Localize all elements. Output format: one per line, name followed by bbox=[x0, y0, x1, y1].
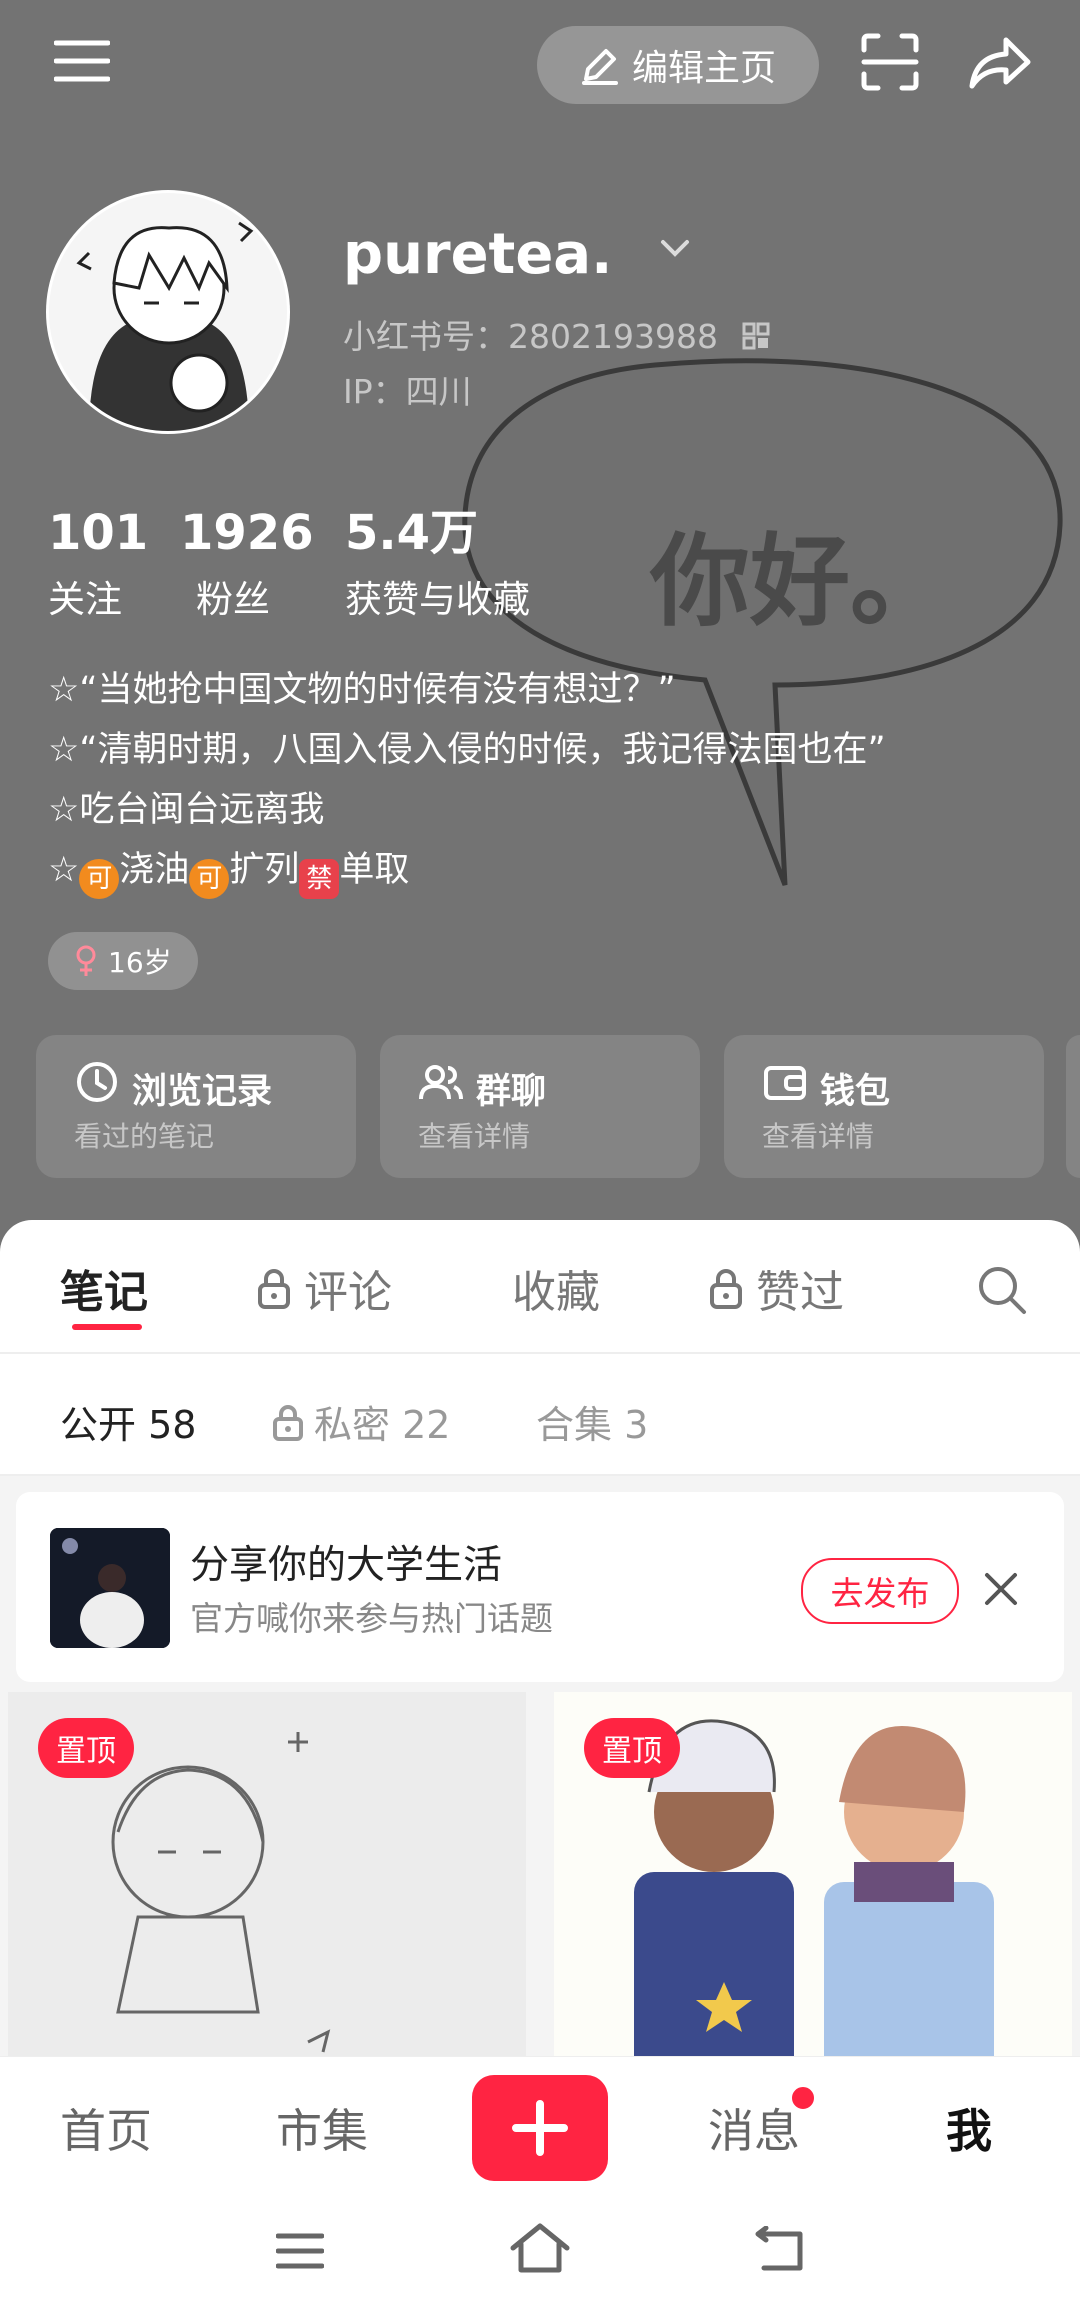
stat-followers-label: 粉丝 bbox=[196, 578, 270, 621]
tab-label: 笔记 bbox=[60, 1267, 148, 1318]
card-subtitle: 查看详情 bbox=[418, 1120, 531, 1153]
tab-favorites[interactable]: 收藏 bbox=[512, 1256, 600, 1320]
banner-subtitle: 官方喊你来参与热门话题 bbox=[190, 1599, 553, 1638]
card-subtitle: 看过的笔记 bbox=[74, 1120, 215, 1153]
card-subtitle: 查看详情 bbox=[762, 1120, 875, 1153]
stat-following[interactable]: 101 关注 bbox=[48, 505, 148, 623]
bio-line: ☆“当她抢中国文物的时候有没有想过？” bbox=[48, 670, 676, 710]
group-icon bbox=[419, 1065, 463, 1100]
publish-button[interactable]: 去发布 bbox=[801, 1558, 959, 1624]
user-id-text: 小红书号：2802193988 bbox=[343, 317, 718, 356]
username[interactable]: puretea. bbox=[343, 222, 690, 287]
pencil-icon bbox=[581, 49, 618, 85]
system-menu-icon[interactable] bbox=[272, 2226, 328, 2276]
lock-icon bbox=[273, 1404, 303, 1441]
bio-line: ☆吃台闽台远离我 bbox=[48, 790, 325, 830]
tab-notes[interactable]: 笔记 bbox=[60, 1256, 148, 1320]
card-title: 群聊 bbox=[476, 1072, 547, 1112]
scan-icon[interactable] bbox=[858, 30, 922, 94]
subtab-label: 公开 58 bbox=[60, 1403, 197, 1447]
stat-following-label: 关注 bbox=[48, 578, 122, 621]
stat-likes-label: 获赞与收藏 bbox=[345, 578, 530, 621]
notification-dot bbox=[790, 2085, 816, 2111]
clock-icon bbox=[77, 1062, 117, 1102]
nav-market[interactable]: 市集 bbox=[276, 2095, 368, 2161]
tab-liked[interactable]: 赞过 bbox=[708, 1256, 844, 1320]
qrcode-icon[interactable] bbox=[742, 322, 770, 350]
history-card[interactable]: 浏览记录 看过的笔记 bbox=[36, 1035, 356, 1178]
menu-icon[interactable] bbox=[50, 36, 114, 86]
more-card-edge[interactable] bbox=[1066, 1035, 1080, 1178]
bio-line: ☆“清朝时期，八国入侵入侵的时候，我记得法国也在” bbox=[48, 730, 886, 770]
stat-likes-count: 5.4万 bbox=[345, 505, 479, 561]
tab-label: 收藏 bbox=[512, 1267, 600, 1318]
bio-text: 单取 bbox=[339, 850, 410, 890]
close-icon[interactable] bbox=[984, 1572, 1018, 1606]
nav-messages[interactable]: 消息 bbox=[708, 2095, 800, 2161]
tab-label: 评论 bbox=[304, 1267, 392, 1318]
system-back-icon[interactable] bbox=[752, 2224, 808, 2276]
pinned-badge: 置顶 bbox=[584, 1718, 680, 1778]
chevron-down-icon[interactable] bbox=[660, 239, 690, 259]
share-icon[interactable] bbox=[964, 30, 1034, 94]
plus-icon bbox=[512, 2100, 568, 2156]
emoji-ok-icon: 可 bbox=[79, 859, 120, 899]
edit-profile-button[interactable]: 编辑主页 bbox=[537, 26, 819, 104]
username-text: puretea. bbox=[343, 222, 613, 287]
subtab-public[interactable]: 公开 58 bbox=[60, 1394, 196, 1449]
lock-icon bbox=[258, 1269, 290, 1309]
subtab-collections[interactable]: 合集 3 bbox=[536, 1394, 648, 1449]
speech-bubble-text: 你好。 bbox=[650, 523, 950, 640]
tab-label: 赞过 bbox=[756, 1267, 844, 1318]
subtab-bar: 公开 58 私密 22 合集 3 bbox=[0, 1354, 1080, 1476]
stat-followers-count: 1926 bbox=[180, 505, 314, 561]
tab-underline bbox=[72, 1324, 142, 1330]
star-glyph: ☆ bbox=[48, 850, 80, 890]
ip-location: IP：四川 bbox=[343, 372, 472, 411]
edit-profile-label: 编辑主页 bbox=[631, 48, 776, 89]
stat-following-count: 101 bbox=[48, 505, 149, 561]
age-tag: 16岁 bbox=[48, 932, 198, 990]
bio-line: ☆ 可浇油可扩列禁单取 bbox=[48, 840, 886, 900]
user-id: 小红书号：2802193988 bbox=[343, 310, 770, 358]
system-home-icon[interactable] bbox=[508, 2220, 572, 2276]
bottom-nav: 首页 市集 消息 我 bbox=[0, 2056, 1080, 2187]
bio: ☆“当她抢中国文物的时候有没有想过？” ☆“清朝时期，八国入侵入侵的时候，我记得… bbox=[48, 660, 886, 900]
bio-text: 浇油 bbox=[119, 850, 190, 890]
emoji-forbidden-icon: 禁 bbox=[299, 859, 340, 899]
nav-me[interactable]: 我 bbox=[946, 2095, 992, 2161]
wallet-card[interactable]: 钱包 查看详情 bbox=[724, 1035, 1044, 1178]
post-card[interactable]: 置顶 bbox=[554, 1692, 1072, 2092]
pinned-badge: 置顶 bbox=[38, 1718, 134, 1778]
subtab-label: 合集 3 bbox=[536, 1403, 649, 1447]
age-text: 16岁 bbox=[108, 946, 172, 979]
banner-title: 分享你的大学生活 bbox=[190, 1543, 503, 1588]
post-card[interactable]: 置顶 bbox=[8, 1692, 526, 2092]
banner-thumbnail bbox=[50, 1528, 170, 1648]
emoji-ok-icon: 可 bbox=[189, 859, 230, 899]
wallet-icon bbox=[764, 1066, 806, 1100]
card-title: 钱包 bbox=[820, 1072, 891, 1112]
top-bar: 编辑主页 bbox=[0, 0, 1080, 130]
lock-icon bbox=[710, 1269, 742, 1309]
avatar[interactable] bbox=[46, 190, 290, 434]
female-icon bbox=[76, 945, 96, 976]
topic-banner[interactable]: 分享你的大学生活 官方喊你来参与热门话题 去发布 bbox=[16, 1492, 1064, 1682]
publish-plus-button[interactable] bbox=[472, 2075, 608, 2181]
subtab-label: 私密 22 bbox=[314, 1403, 451, 1447]
subtab-private[interactable]: 私密 22 bbox=[272, 1394, 450, 1449]
bio-text: 扩列 bbox=[229, 850, 300, 890]
avatar-drawing bbox=[49, 193, 287, 431]
tab-bar: 笔记 评论 收藏 赞过 bbox=[0, 1220, 1080, 1354]
nav-home[interactable]: 首页 bbox=[60, 2095, 152, 2161]
system-nav-bar bbox=[0, 2186, 1080, 2316]
search-icon[interactable] bbox=[972, 1260, 1032, 1320]
stat-likes[interactable]: 5.4万 获赞与收藏 bbox=[345, 505, 530, 623]
card-title: 浏览记录 bbox=[132, 1072, 273, 1112]
stat-followers[interactable]: 1926 粉丝 bbox=[180, 505, 314, 623]
group-chat-card[interactable]: 群聊 查看详情 bbox=[380, 1035, 700, 1178]
tab-comments[interactable]: 评论 bbox=[256, 1256, 392, 1320]
